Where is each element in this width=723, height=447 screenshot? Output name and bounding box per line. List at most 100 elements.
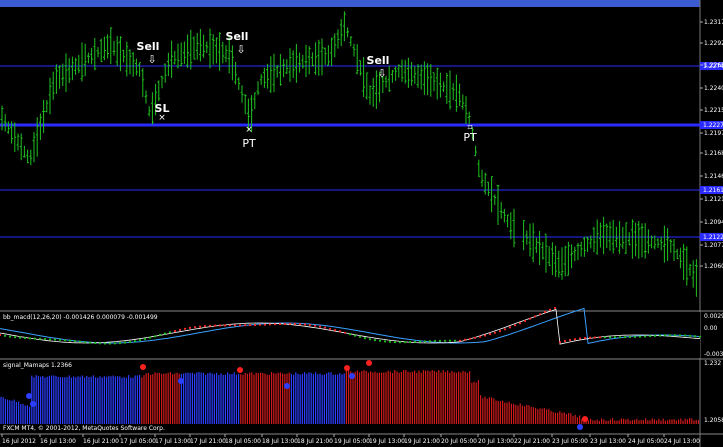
macd-dot: [553, 306, 557, 310]
macd-dot: [88, 341, 92, 344]
macd-dot: [528, 317, 532, 320]
macd-dot: [548, 308, 552, 311]
macd-dot: [158, 333, 162, 337]
macd-dot: [243, 324, 247, 327]
macd-dot: [273, 323, 277, 326]
price-label: 1.21970: [704, 130, 723, 137]
macd-dot: [248, 324, 252, 327]
macd-dot: [593, 336, 597, 339]
macd-dot: [73, 340, 77, 343]
macd-dot: [633, 335, 637, 338]
macd-dot: [513, 324, 517, 327]
price-label: 1.22405: [704, 85, 723, 92]
macd-dot: [568, 338, 572, 342]
macd-axis: 0.00294 0.00 -0.00348: [704, 313, 723, 358]
signal-title: signal_Mamaps 1.2366: [3, 362, 72, 369]
price-label: 1.20945: [704, 219, 723, 226]
macd-dot: [653, 334, 657, 337]
macd-dot: [183, 327, 187, 330]
macd-dot: [353, 334, 357, 337]
macd-dot: [53, 338, 57, 341]
signal-dot: [30, 401, 36, 407]
macd-dot: [358, 335, 362, 338]
sell-arrow-icon: ⇩: [377, 67, 386, 80]
macd-dot: [638, 335, 642, 338]
sell-label: Sell: [226, 30, 249, 43]
macd-dot: [483, 334, 487, 337]
macd-dot: [613, 336, 617, 339]
macd-dot: [43, 337, 47, 341]
macd-dot: [458, 339, 462, 342]
macd-dot: [563, 339, 567, 343]
time-label: 18 Jul 13:00: [262, 438, 298, 445]
macd-dot: [128, 340, 132, 344]
sell-arrow-icon: ⇩: [147, 53, 156, 66]
time-label: 17 Jul 21:00: [190, 438, 226, 445]
macd-dot: [83, 341, 87, 344]
macd-dot: [148, 336, 152, 339]
macd-dot: [433, 339, 437, 343]
macd-dot: [38, 337, 42, 340]
price-label: 1.20605: [704, 263, 723, 270]
price-label: 1.23170: [704, 19, 723, 26]
macd-dot: [573, 338, 577, 341]
macd-dot: [558, 341, 562, 344]
time-label: 19 Jul 13:00: [369, 438, 405, 445]
macd-dot: [228, 324, 232, 327]
time-label: 23 Jul 05:00: [552, 438, 588, 445]
macd-dot: [518, 322, 522, 325]
macd-dot: [618, 336, 622, 339]
macd-dot: [278, 322, 282, 326]
macd-dot: [113, 342, 117, 345]
macd-dot: [343, 331, 347, 334]
macd-dot: [203, 325, 207, 328]
macd-dot: [588, 336, 592, 339]
macd-dot: [403, 341, 407, 344]
macd-dot: [313, 324, 317, 327]
profit-target-label: PT: [463, 131, 477, 144]
signal-dot: [178, 378, 184, 384]
signal-level-label: 1.232: [704, 360, 721, 367]
macd-dot: [508, 326, 512, 329]
signal-dot: [284, 383, 290, 389]
trading-chart[interactable]: 1.227491.222771.216181.21221 Sell⇩Sell⇩S…: [0, 0, 723, 447]
macd-dot: [598, 336, 602, 339]
price-label: 1.20775: [704, 242, 723, 249]
macd-dot: [163, 332, 167, 335]
macd-dot: [223, 324, 227, 327]
signal-dot: [349, 373, 355, 379]
macd-dot: [398, 341, 402, 344]
macd-dot: [93, 341, 97, 345]
macd-dot: [323, 326, 327, 329]
macd-dot: [213, 324, 217, 327]
macd-dot: [178, 328, 182, 331]
macd-dot: [168, 331, 172, 334]
macd-dot: [468, 337, 472, 340]
macd-dot: [488, 333, 492, 336]
signal-dot: [366, 360, 372, 366]
time-label: 24 Jul 05:00: [628, 438, 664, 445]
sell-label: Sell: [367, 54, 390, 67]
macd-dot: [493, 331, 497, 334]
macd-dot: [378, 339, 382, 342]
time-label: 23 Jul 13:00: [590, 438, 626, 445]
macd-dot: [668, 334, 672, 337]
macd-dot: [438, 339, 442, 342]
macd-dot: [453, 339, 457, 342]
macd-dot: [658, 334, 662, 337]
macd-dot: [698, 335, 702, 338]
macd-level-label: 0.00294: [704, 313, 723, 320]
signal-dot: [237, 367, 243, 373]
macd-title: bb_macd(12,26,20) -0.001426 0.000079 -0.…: [3, 314, 158, 321]
price-label: 1.22655: [704, 62, 723, 69]
macd-dot: [348, 333, 352, 336]
macd-dot: [418, 340, 422, 343]
macd-dot: [318, 325, 322, 328]
macd-dot: [663, 334, 667, 337]
macd-dot: [473, 336, 477, 339]
macd-dot: [423, 340, 427, 343]
macd-dot: [623, 336, 627, 339]
macd-dot: [3, 334, 7, 337]
macd-dot: [338, 330, 342, 333]
macd-dot: [218, 324, 222, 327]
